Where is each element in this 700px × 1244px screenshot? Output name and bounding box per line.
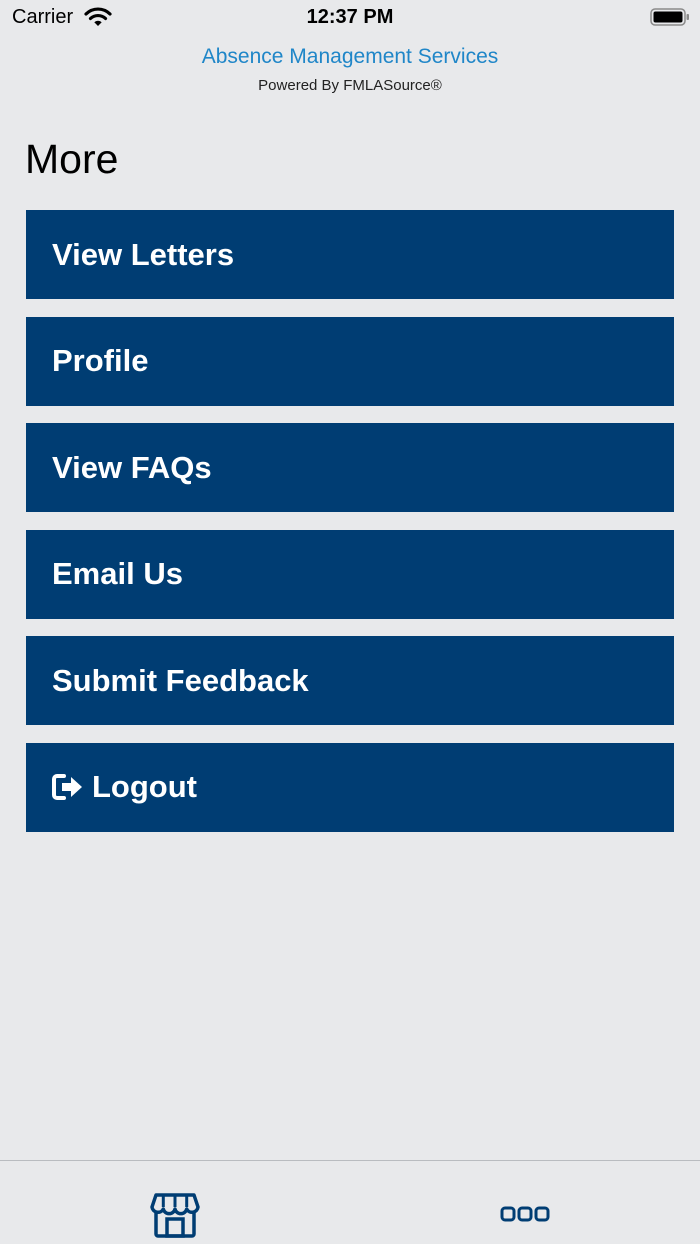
view-faqs-button[interactable]: View FAQs [26,423,674,512]
battery-icon [650,8,689,26]
profile-button[interactable]: Profile [26,316,674,406]
submit-feedback-button[interactable]: Submit Feedback [26,636,674,725]
submit-feedback-label: Submit Feedback [52,662,309,698]
profile-label: Profile [52,343,149,378]
email-us-button[interactable]: Email Us [26,529,674,619]
status-bar: Carrier 12:37 PM [0,0,700,38]
view-faqs-label: View FAQs [52,449,212,485]
logout-icon [52,774,82,800]
status-time: 12:37 PM [306,6,394,28]
more-dots-icon[interactable] [500,1205,550,1223]
tab-bar [0,1160,700,1244]
screen: Carrier 12:37 PM Absence Management Serv… [0,0,700,1244]
view-letters-label: View Letters [52,236,235,272]
menu-list: View Letters Profile View FAQs Email Us … [26,210,674,849]
view-letters-button[interactable]: View Letters [26,210,674,299]
email-us-label: Email Us [52,556,183,591]
storefront-icon[interactable] [150,1189,200,1239]
logout-label: Logout [92,769,198,804]
page-title: More [25,136,119,182]
logout-button[interactable]: Logout [26,742,674,832]
app-subtitle: Powered By FMLASource® [258,77,442,94]
app-title: Absence Management Services [201,45,499,68]
